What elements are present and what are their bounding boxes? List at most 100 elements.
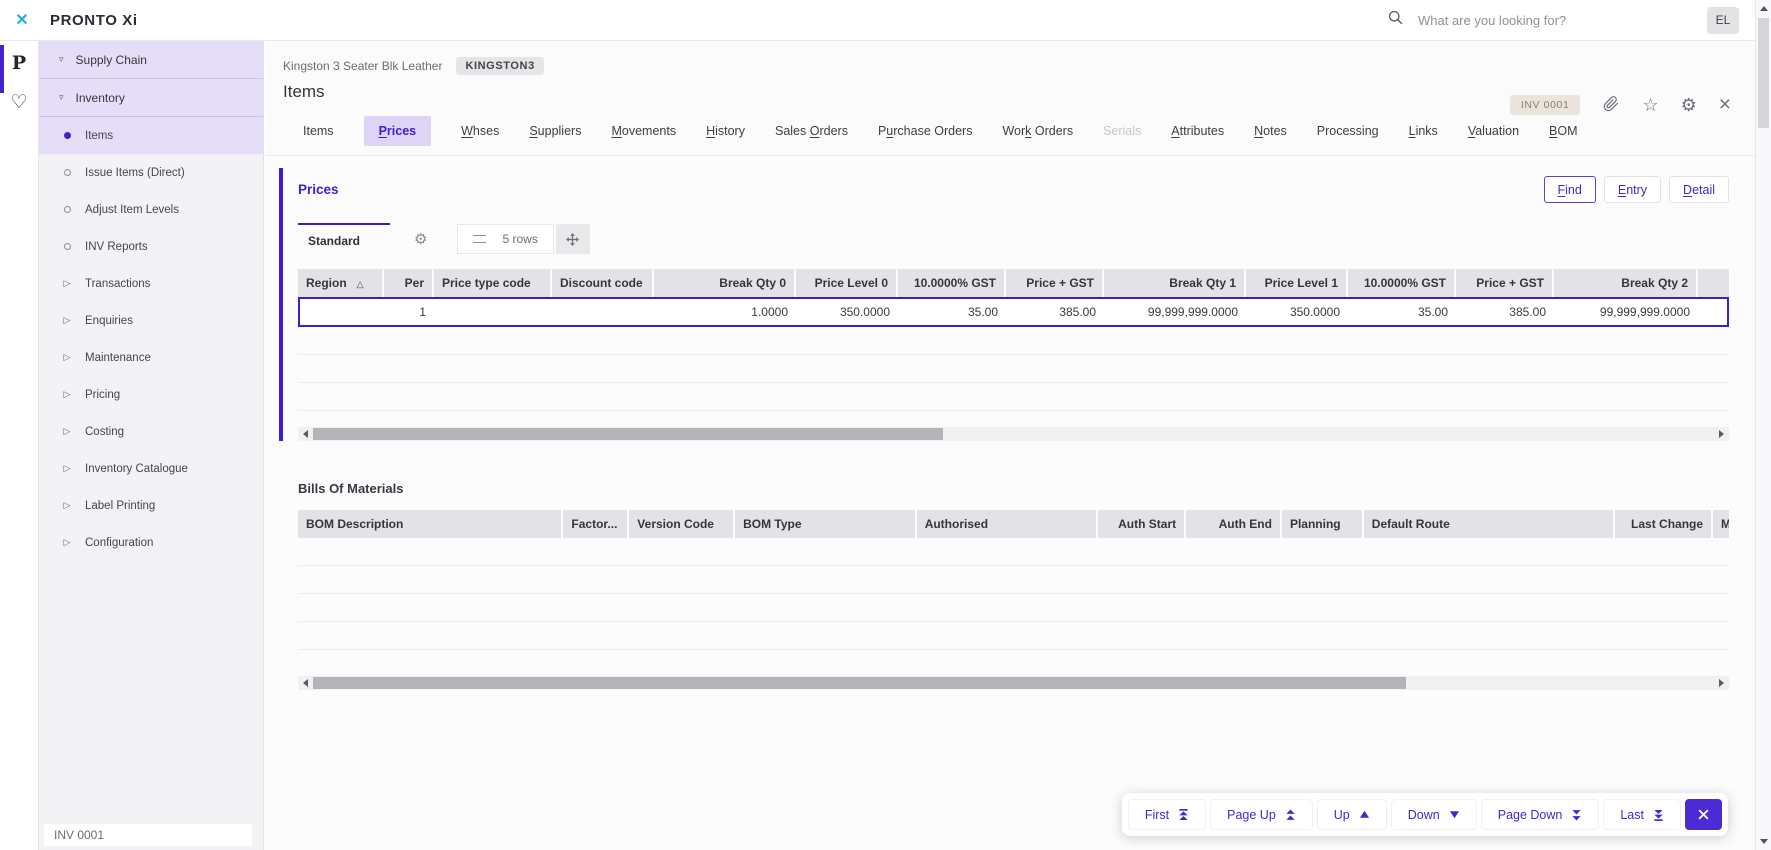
menu-close-icon[interactable]: ✕	[0, 10, 44, 30]
bom-column-auth-end[interactable]: Auth End	[1186, 510, 1280, 538]
sidebar-item-items[interactable]: Items	[39, 117, 263, 154]
prices-column-10-0000-gst[interactable]: 10.0000% GST	[898, 269, 1004, 297]
sidebar-footer-code: INV 0001	[44, 824, 252, 846]
price-cell-price-level-1: 350.0000	[1289, 305, 1340, 319]
tab-processing[interactable]: Processing	[1317, 124, 1379, 138]
scrollbar-thumb[interactable]	[313, 428, 944, 440]
prices-column-price-level-1[interactable]: Price Level 1	[1246, 269, 1346, 297]
bom-column-default-route[interactable]: Default Route	[1363, 510, 1614, 538]
prices-column-region[interactable]: Region △	[298, 269, 382, 297]
bom-column-last-change[interactable]: Last Change	[1615, 510, 1712, 538]
sidebar-item-label-printing[interactable]: ▷ Label Printing	[39, 487, 263, 524]
scroll-right-arrow[interactable]	[1714, 427, 1729, 441]
prices-column-break-qty-1[interactable]: Break Qty 1	[1104, 269, 1244, 297]
prices-column-price-type-code[interactable]: Price type code	[434, 269, 550, 297]
view-tab-standard[interactable]: Standard	[298, 223, 391, 255]
sidebar-item-pricing[interactable]: ▷ Pricing	[39, 376, 263, 413]
search-icon[interactable]	[1387, 9, 1404, 31]
close-nav-icon[interactable]	[1685, 799, 1722, 830]
close-screen-icon[interactable]: ×	[1719, 94, 1731, 115]
sidebar-item-issue-items-direct[interactable]: Issue Items (Direct)	[39, 154, 263, 191]
prices-column-10-0000-gst[interactable]: 10.0000% GST	[1348, 269, 1454, 297]
prices-column-price-gst[interactable]: Price + GST	[1006, 269, 1102, 297]
bom-column-planning[interactable]: Planning	[1281, 510, 1362, 538]
user-avatar[interactable]: EL	[1707, 6, 1739, 34]
bom-column-bom-description[interactable]: BOM Description	[298, 510, 562, 538]
page-up-button[interactable]: Page Up	[1210, 799, 1313, 830]
bom-column-m[interactable]: M	[1713, 510, 1730, 538]
page-down-button[interactable]: Page Down	[1480, 799, 1600, 830]
sidebar-item-enquiries[interactable]: ▷ Enquiries	[39, 302, 263, 339]
prices-column-discount-code[interactable]: Discount code	[552, 269, 652, 297]
scroll-left-arrow[interactable]	[298, 676, 313, 690]
tab-sales-orders[interactable]: Sales Orders	[775, 124, 848, 138]
entry-button[interactable]: Entry	[1603, 176, 1662, 203]
scroll-up-arrow[interactable]	[1759, 6, 1768, 11]
prices-column-break-qty-2[interactable]: Break Qty 2	[1554, 269, 1696, 297]
tab-history[interactable]: History	[706, 124, 745, 138]
scrollbar-thumb[interactable]	[313, 677, 1406, 689]
sidebar-item-transactions[interactable]: ▷ Transactions	[39, 265, 263, 302]
scrollbar-track[interactable]	[313, 676, 1714, 690]
tab-suppliers[interactable]: Suppliers	[529, 124, 581, 138]
scroll-down-arrow[interactable]	[1760, 839, 1768, 844]
tab-serials[interactable]: Serials	[1103, 124, 1141, 138]
tab-attributes[interactable]: Attributes	[1171, 124, 1224, 138]
active-dot-icon	[63, 132, 71, 139]
tab-bom[interactable]: BOM	[1549, 124, 1577, 138]
bom-column-authorised[interactable]: Authorised	[916, 510, 1097, 538]
search-input[interactable]	[1418, 12, 1643, 28]
favorites-heart-icon[interactable]: ♡	[0, 91, 38, 114]
window-scrollbar[interactable]	[1755, 0, 1771, 850]
scrollbar-thumb[interactable]	[1758, 18, 1769, 128]
tab-work-orders[interactable]: Work Orders	[1002, 124, 1073, 138]
tab-purchase-orders[interactable]: Purchase Orders	[878, 124, 973, 138]
scroll-right-arrow[interactable]	[1714, 676, 1729, 690]
scroll-left-arrow[interactable]	[298, 427, 313, 441]
tab-items[interactable]: Items	[303, 124, 334, 138]
grid-settings-gear-icon[interactable]: ⚙	[414, 230, 427, 248]
sidebar-item-inv-reports[interactable]: INV Reports	[39, 228, 263, 265]
tab-whses[interactable]: Whses	[461, 124, 499, 138]
pronto-bookmark-icon[interactable]: P	[0, 52, 38, 74]
sidebar-item-inventory-catalogue[interactable]: ▷ Inventory Catalogue	[39, 450, 263, 487]
sidebar-item-costing[interactable]: ▷ Costing	[39, 413, 263, 450]
tab-movements[interactable]: Movements	[611, 124, 676, 138]
first-button[interactable]: First	[1127, 799, 1207, 830]
move-grid-icon[interactable]	[555, 224, 590, 254]
scrollbar-track[interactable]	[313, 427, 1714, 441]
bom-column-version-code[interactable]: Version Code	[629, 510, 734, 538]
chevron-down-icon: ▿	[59, 92, 64, 102]
sidebar-item-adjust-item-levels[interactable]: Adjust Item Levels	[39, 191, 263, 228]
up-button[interactable]: Up	[1316, 799, 1387, 830]
settings-gear-icon[interactable]: ⚙	[1681, 96, 1697, 114]
tab-links[interactable]: Links	[1409, 124, 1438, 138]
rows-selector[interactable]: 5 rows	[457, 224, 554, 254]
down-button[interactable]: Down	[1390, 799, 1477, 830]
find-button[interactable]: Find	[1543, 176, 1596, 203]
tab-notes[interactable]: Notes	[1254, 124, 1287, 138]
sidebar-item-maintenance[interactable]: ▷ Maintenance	[39, 339, 263, 376]
sidebar-item-configuration[interactable]: ▷ Configuration	[39, 524, 263, 561]
bom-column-auth-start[interactable]: Auth Start	[1098, 510, 1185, 538]
tab-valuation[interactable]: Valuation	[1468, 124, 1519, 138]
prices-selected-row[interactable]: 1 1.0000 350.0000 35.00 385.00 99,999,999.000…	[298, 297, 1729, 327]
sidebar-group-supply-chain[interactable]: ▿ Supply Chain	[39, 41, 263, 79]
last-button[interactable]: Last	[1603, 799, 1681, 830]
bom-column-bom-type[interactable]: BOM Type	[735, 510, 915, 538]
attachment-paperclip-icon[interactable]	[1602, 94, 1620, 115]
sidebar-item-label: Items	[85, 129, 114, 142]
bom-column-factor[interactable]: Factor...	[563, 510, 628, 538]
prices-column-price-level-0[interactable]: Price Level 0	[796, 269, 896, 297]
favorite-star-icon[interactable]: ☆	[1642, 96, 1658, 114]
tab-prices[interactable]: Prices	[363, 116, 432, 146]
prices-column-price-gst[interactable]: Price + GST	[1456, 269, 1552, 297]
prices-column-break-qty-0[interactable]: Break Qty 0	[654, 269, 794, 297]
page-up-icon	[1285, 809, 1296, 821]
sidebar-item-label: Enquiries	[85, 314, 133, 327]
detail-button[interactable]: Detail	[1669, 176, 1729, 203]
mode-buttons: Find Entry Detail	[1543, 176, 1729, 203]
sidebar-group-inventory[interactable]: ▿ Inventory	[39, 79, 263, 117]
prices-column-spacer[interactable]	[1698, 269, 1729, 297]
prices-column-per[interactable]: Per	[384, 269, 432, 297]
